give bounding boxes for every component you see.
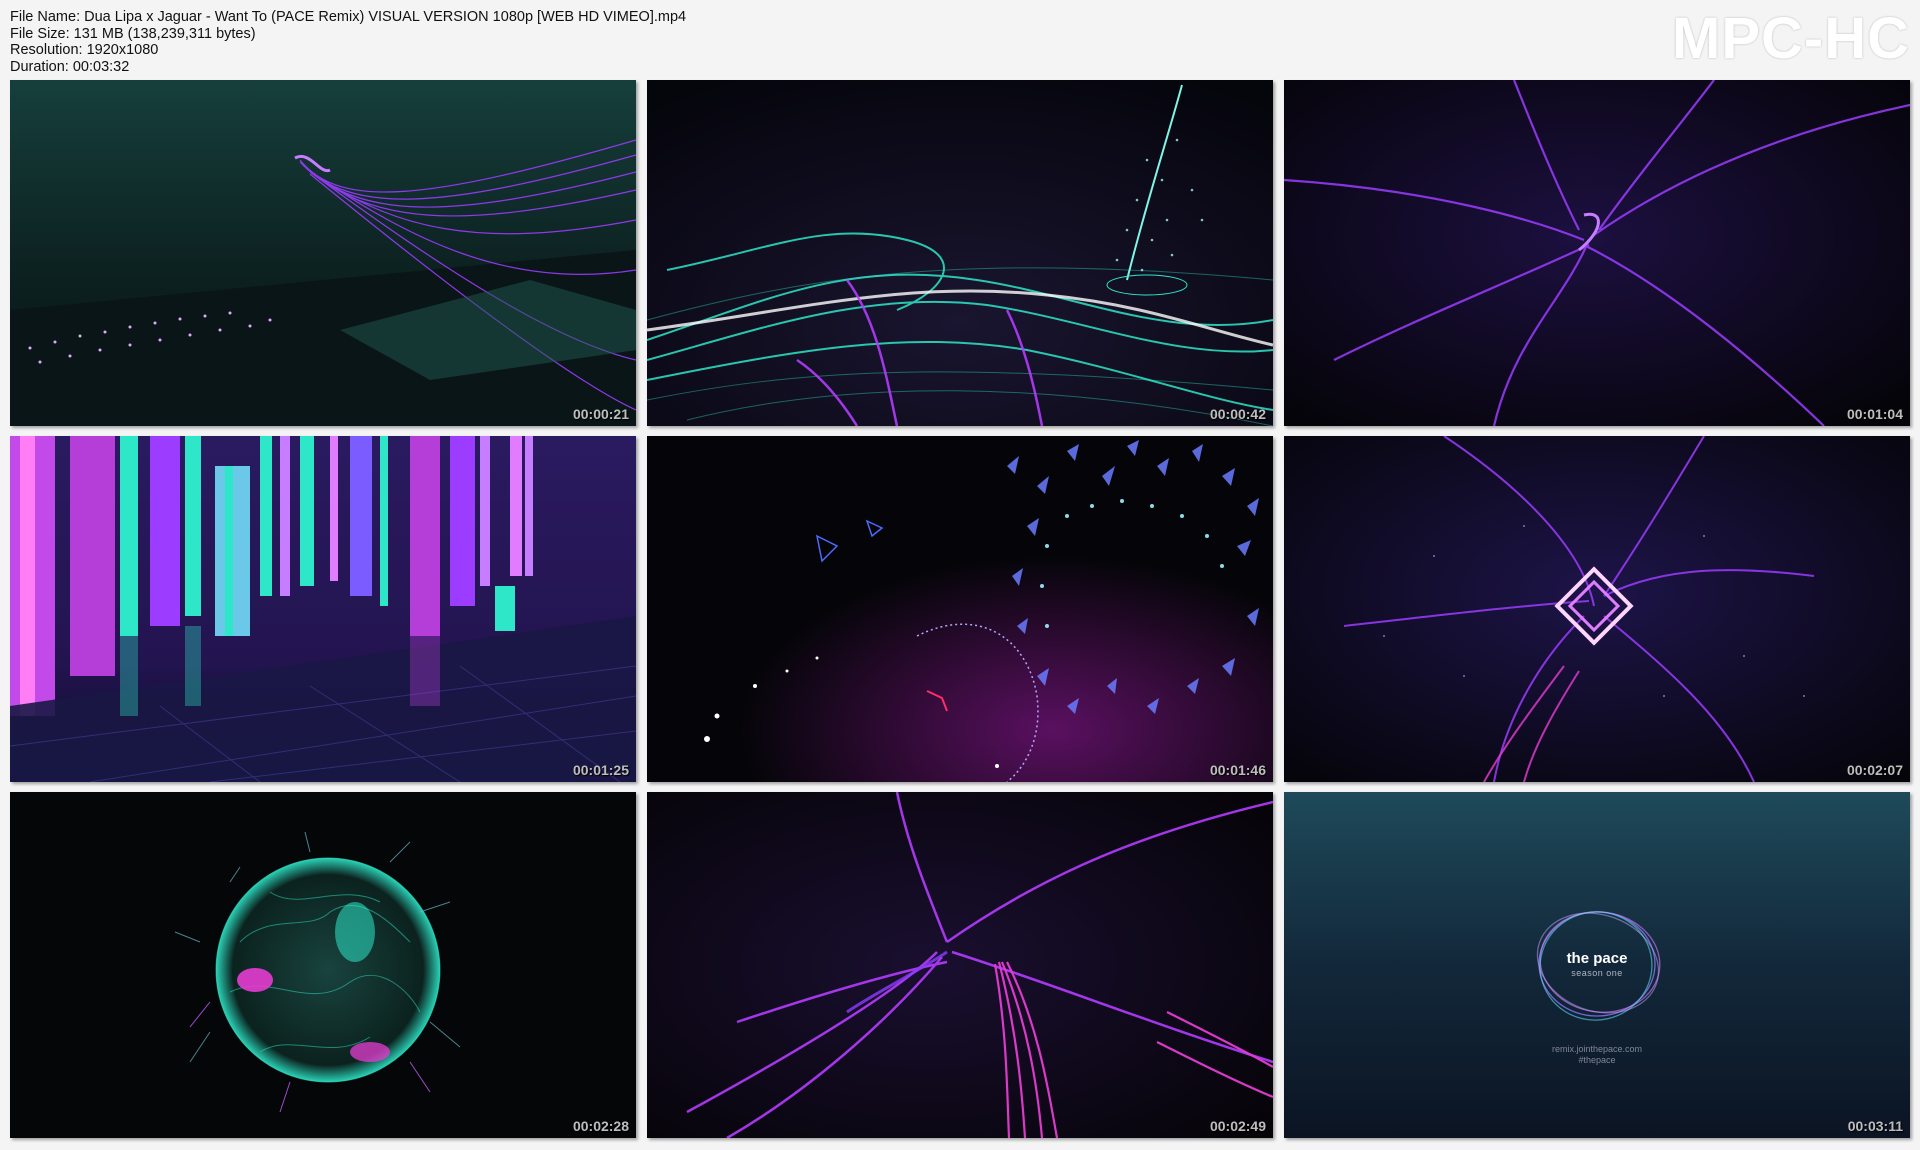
timestamp: 00:00:21 <box>572 406 629 422</box>
file-name-line: File Name: Dua Lipa x Jaguar - Want To (… <box>10 9 687 25</box>
thumbnail-8[interactable]: 00:02:49 <box>647 792 1273 1138</box>
thumbnail-1-image <box>10 80 636 426</box>
thumbnail-6[interactable]: 00:02:07 <box>1284 436 1910 782</box>
timestamp: 00:02:07 <box>1846 762 1903 778</box>
file-info: File Name: Dua Lipa x Jaguar - Want To (… <box>10 9 686 75</box>
mpc-hc-logo: MPC-HC <box>1672 6 1910 71</box>
thumbnail-7[interactable]: 00:02:28 <box>10 792 636 1138</box>
end-card-hashtag: #thepace <box>1578 1055 1616 1065</box>
timestamp: 00:01:04 <box>1846 406 1903 422</box>
timestamp: 00:02:28 <box>572 1118 629 1134</box>
end-card-title: the pace <box>1566 950 1628 967</box>
resolution-line: Resolution: 1920x1080 <box>10 42 159 58</box>
thumbnail-1[interactable]: 00:00:21 <box>10 80 636 426</box>
thumbnail-7-image <box>10 792 636 1138</box>
thumbnail-5-image <box>647 436 1273 782</box>
thumbnail-6-image <box>1284 436 1910 782</box>
timestamp: 00:00:42 <box>1209 406 1266 422</box>
thumbnail-3-image <box>1284 80 1910 426</box>
file-size-line: File Size: 131 MB (138,239,311 bytes) <box>10 25 256 42</box>
end-card-subtitle: season one <box>1571 968 1623 978</box>
end-card-url: remix.jointhepace.com <box>1551 1044 1643 1054</box>
duration-line: Duration: 00:03:32 <box>10 58 130 75</box>
thumbnail-4[interactable]: 00:01:25 <box>10 436 636 782</box>
thumbnail-2-image <box>647 80 1273 426</box>
timestamp: 00:02:49 <box>1209 1118 1266 1134</box>
sheet-header: File Name: Dua Lipa x Jaguar - Want To (… <box>0 0 1920 78</box>
timestamp: 00:01:25 <box>572 762 629 778</box>
thumbnail-2[interactable]: 00:00:42 <box>647 80 1273 426</box>
thumbnail-grid: 00:00:21 00:00:42 00:01:04 00:01:25 00:0… <box>10 80 1910 1138</box>
thumbnail-5[interactable]: 00:01:46 <box>647 436 1273 782</box>
end-card-links: remix.jointhepace.com #thepace <box>1504 1044 1690 1066</box>
timestamp: 00:01:46 <box>1209 762 1266 778</box>
timestamp: 00:03:11 <box>1847 1118 1903 1134</box>
thumbnail-9[interactable]: the pace season one remix.jointhepace.co… <box>1284 792 1910 1138</box>
thumbnail-4-image <box>10 436 636 782</box>
thumbnail-3[interactable]: 00:01:04 <box>1284 80 1910 426</box>
thumbnail-8-image <box>647 792 1273 1138</box>
